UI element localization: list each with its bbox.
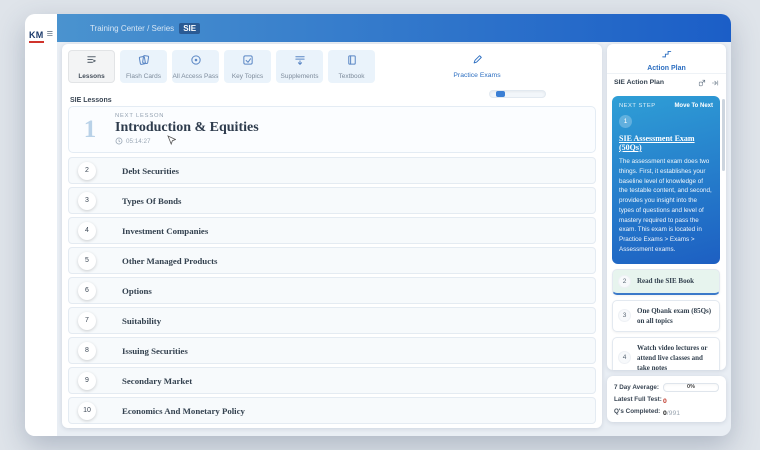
tab-textbook[interactable]: Textbook <box>328 50 375 83</box>
breadcrumb: Training Center / Series <box>90 24 174 33</box>
lesson-number: 10 <box>78 402 96 420</box>
section-label: SIE Lessons <box>70 97 112 104</box>
action-plan-step[interactable]: 3 One Qbank exam (85Qs) on all topics <box>612 300 720 332</box>
lesson-row[interactable]: 8 Issuing Securities <box>68 337 596 364</box>
tab-label: Lessons <box>78 73 104 80</box>
progress-slider[interactable] <box>489 90 546 98</box>
lesson-number: 9 <box>78 372 96 390</box>
clock-icon <box>115 137 123 147</box>
next-step-description: The assessment exam does two things. Fir… <box>619 157 713 255</box>
lesson-number: 4 <box>78 222 96 240</box>
lesson-title: Investment Companies <box>122 226 208 236</box>
lesson-number: 1 <box>77 116 103 144</box>
lesson-row[interactable]: 6 Options <box>68 277 596 304</box>
lesson-title: Types Of Bonds <box>122 196 181 206</box>
lesson-row[interactable]: 4 Investment Companies <box>68 217 596 244</box>
lesson-number: 2 <box>78 162 96 180</box>
series-badge: SIE <box>179 23 200 34</box>
step-label: Read the SIE Book <box>637 276 694 286</box>
main-panel: Lessons Flash Cards All Access Pass Key … <box>62 44 602 428</box>
lesson-title: Suitability <box>122 316 161 326</box>
next-lesson-card[interactable]: 1 NEXT LESSON Introduction & Equities 05… <box>68 106 596 153</box>
expand-icon[interactable] <box>698 74 706 92</box>
action-plan-list: NEXT STEP Move To Next 1 SIE Assessment … <box>607 91 726 370</box>
questions-completed-label: Q's Completed: <box>614 408 660 415</box>
lesson-title: Options <box>122 286 152 296</box>
tab-label: All Access Pass <box>173 73 219 80</box>
practice-exams-icon <box>472 52 483 70</box>
action-plan-label: Action Plan <box>647 65 686 72</box>
step-number: 1 <box>619 115 632 128</box>
hamburger-menu-icon[interactable]: ≡ <box>47 30 53 39</box>
lessons-icon <box>86 53 98 71</box>
lesson-number: 3 <box>78 192 96 210</box>
lesson-row[interactable]: 9 Secondary Market <box>68 367 596 394</box>
move-to-next-button[interactable]: Move To Next <box>674 103 713 109</box>
slider-thumb[interactable] <box>496 91 505 97</box>
key-topics-icon <box>242 53 254 71</box>
tab-lessons[interactable]: Lessons <box>68 50 115 83</box>
flash-cards-icon <box>138 53 150 71</box>
textbook-icon <box>346 53 358 71</box>
step-label: One Qbank exam (85Qs) on all topics <box>637 306 714 326</box>
practice-exams-button[interactable]: Practice Exams <box>427 52 527 79</box>
tab-flash-cards[interactable]: Flash Cards <box>120 50 167 83</box>
all-access-pass-icon <box>190 53 202 71</box>
stats-panel: 7 Day Average: 0% Latest Full Test: 0 Q'… <box>607 376 726 422</box>
app-window: KM ≡ Training Center / Series SIE Lesson… <box>25 14 731 436</box>
lesson-row[interactable]: 3 Types Of Bonds <box>68 187 596 214</box>
next-step-card[interactable]: NEXT STEP Move To Next 1 SIE Assessment … <box>612 96 720 264</box>
lesson-row[interactable]: 5 Other Managed Products <box>68 247 596 274</box>
action-plan-subheader: SIE Action Plan <box>607 74 726 91</box>
lesson-row[interactable]: 10 Economics And Monetary Policy <box>68 397 596 424</box>
latest-test-label: Latest Full Test: <box>614 396 662 403</box>
km-logo: KM <box>29 30 44 43</box>
lesson-title: Debt Securities <box>122 166 179 176</box>
questions-total: /991 <box>667 410 680 417</box>
tab-supplements[interactable]: Supplements <box>276 50 323 83</box>
lesson-number: 7 <box>78 312 96 330</box>
lesson-row[interactable]: 2 Debt Securities <box>68 157 596 184</box>
lesson-title: Other Managed Products <box>122 256 217 266</box>
lesson-row[interactable]: 7 Suitability <box>68 307 596 334</box>
top-header: Training Center / Series SIE <box>57 14 731 42</box>
lesson-duration: 05:14:27 <box>126 138 151 145</box>
next-step-tag: NEXT STEP <box>619 103 656 109</box>
tab-all-access-pass[interactable]: All Access Pass <box>172 50 219 83</box>
step-number: 2 <box>618 275 631 288</box>
collapse-right-icon[interactable] <box>711 74 719 92</box>
tab-key-topics[interactable]: Key Topics <box>224 50 271 83</box>
action-plan-panel: Action Plan SIE Action Plan NEXT STEP Mo… <box>607 44 726 370</box>
step-number: 3 <box>618 309 631 322</box>
tab-label: Textbook <box>338 73 364 80</box>
tab-label: Flash Cards <box>126 73 161 80</box>
action-plan-icon <box>661 46 672 64</box>
tab-label: Supplements <box>281 73 319 80</box>
action-plan-tab[interactable]: Action Plan <box>607 44 726 74</box>
lesson-number: 6 <box>78 282 96 300</box>
action-plan-step[interactable]: 2 Read the SIE Book <box>612 269 720 295</box>
lesson-number: 8 <box>78 342 96 360</box>
lesson-title: Secondary Market <box>122 376 192 386</box>
next-lesson-tag: NEXT LESSON <box>115 113 259 119</box>
action-plan-title: SIE Action Plan <box>614 79 664 86</box>
next-lesson-title: Introduction & Equities <box>115 120 259 136</box>
lesson-list: 1 NEXT LESSON Introduction & Equities 05… <box>62 102 602 424</box>
step-label: Watch video lectures or attend live clas… <box>637 343 714 370</box>
next-step-title: SIE Assessment Exam (50Qs) <box>619 134 713 152</box>
lesson-title: Economics And Monetary Policy <box>122 406 245 416</box>
action-plan-step[interactable]: 4 Watch video lectures or attend live cl… <box>612 337 720 370</box>
practice-exams-label: Practice Exams <box>453 72 500 79</box>
lesson-title: Issuing Securities <box>122 346 188 356</box>
mouse-cursor-icon <box>167 133 176 151</box>
avg-label: 7 Day Average: <box>614 384 659 391</box>
supplements-icon <box>294 53 306 71</box>
lessons-section-header: SIE Lessons <box>62 86 602 102</box>
step-number: 4 <box>618 351 631 364</box>
toolbar: Lessons Flash Cards All Access Pass Key … <box>62 44 602 86</box>
tab-label: Key Topics <box>232 73 263 80</box>
left-rail: KM ≡ <box>25 14 57 436</box>
scrollbar-thumb[interactable] <box>722 99 725 171</box>
lesson-number: 5 <box>78 252 96 270</box>
